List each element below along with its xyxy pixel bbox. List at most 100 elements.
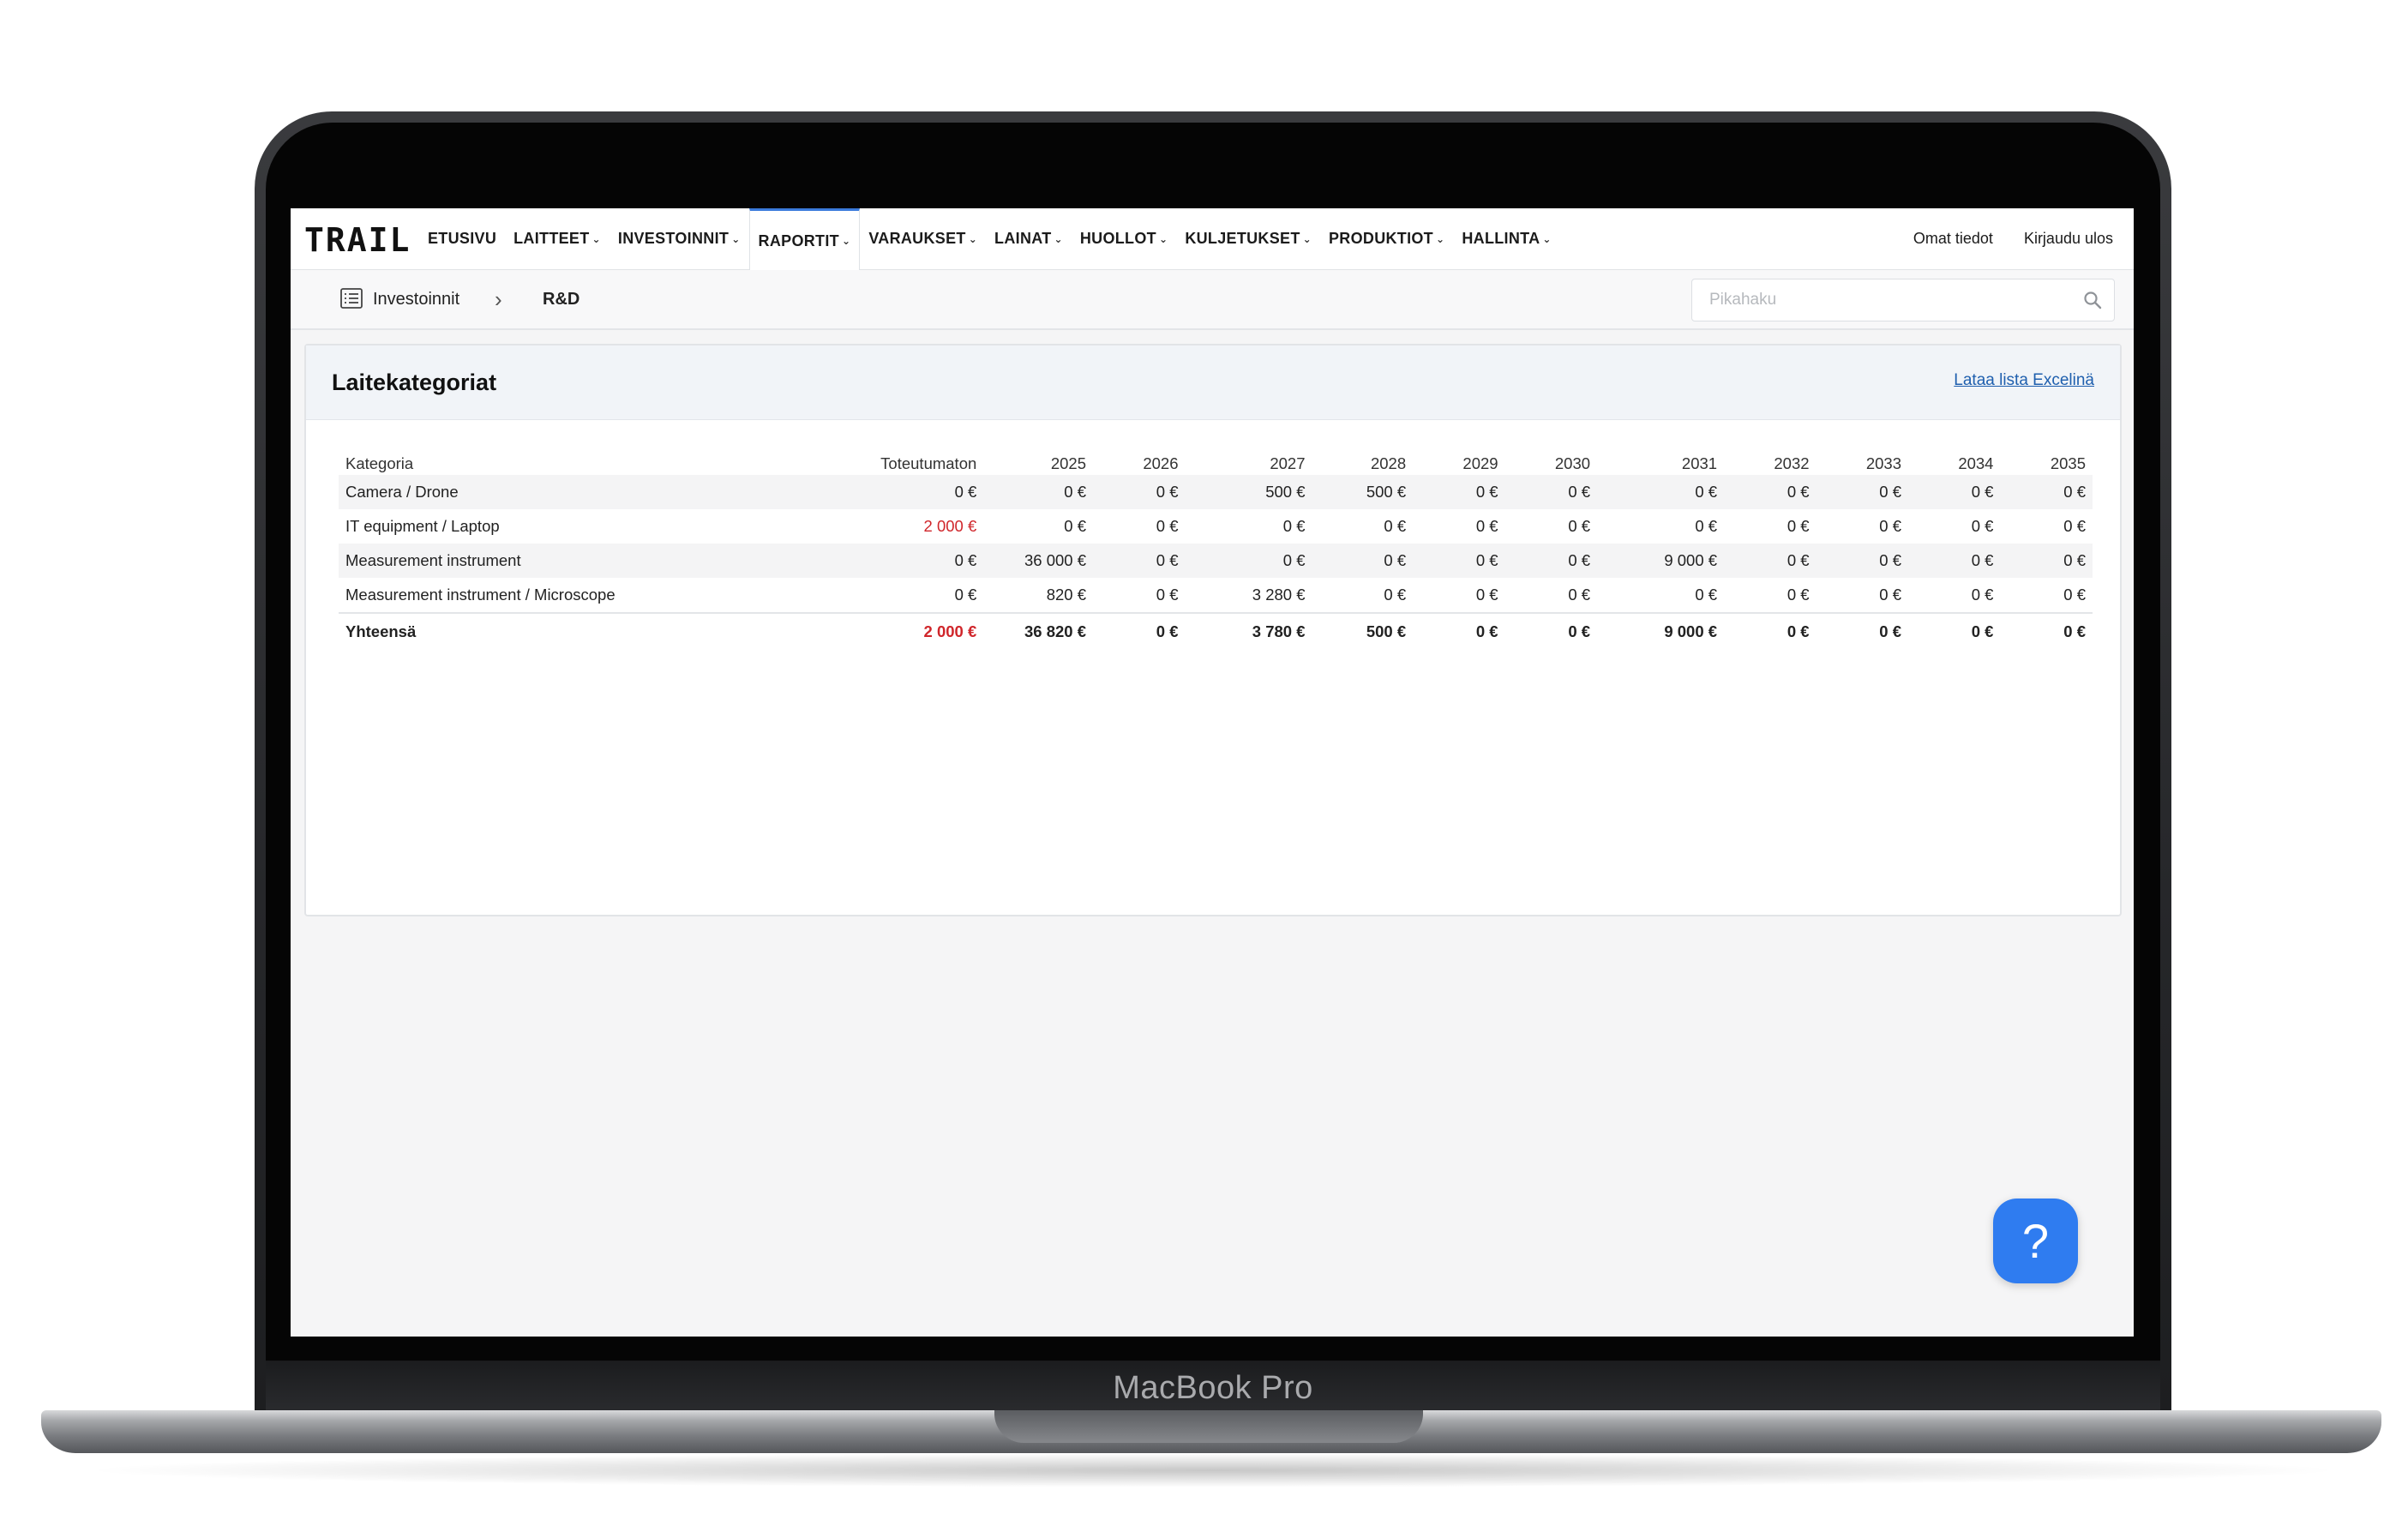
laptop-notch	[994, 1410, 1423, 1443]
amount-cell: 0 €	[1064, 517, 1087, 535]
amount-cell: 0 €	[1971, 517, 1994, 535]
panel-header: Laitekategoriat Lataa lista Excelinä	[306, 345, 2120, 420]
amount-cell: 0 €	[1908, 475, 2001, 509]
amount-cell: 0 €	[1156, 517, 1179, 535]
app-logo[interactable]: TRAIL	[304, 224, 411, 256]
categories-table: Kategoria Toteutumaton 2025 2026 2027 2028 202…	[339, 444, 2093, 650]
nav-item-investoinnit[interactable]: INVESTOINNIT ⌄	[610, 208, 749, 269]
column-header[interactable]: 2033	[1817, 444, 1908, 475]
amount-cell: 0 €	[1185, 544, 1312, 578]
amount-cell: 0 €	[1156, 586, 1179, 604]
column-header[interactable]: 2034	[1908, 444, 2000, 475]
amount-cell: 0 €	[1695, 586, 1718, 604]
amount-cell: 0 €	[1724, 475, 1817, 509]
amount-cell: 0 €	[1816, 475, 1908, 509]
nav-item-etusivu[interactable]: ETUSIVU	[419, 208, 505, 269]
profile-link[interactable]: Omat tiedot	[1913, 230, 1993, 248]
total-cell: 0 €	[1413, 612, 1505, 650]
breadcrumb-chevron-icon: ›	[495, 286, 502, 312]
table-row[interactable]: Measurement instrument / Microscope 0 € 82…	[339, 578, 2093, 613]
category-cell: Measurement instrument	[339, 544, 839, 578]
nav-item-lainat[interactable]: LAINAT ⌄	[986, 208, 1072, 269]
device-brand-label: MacBook Pro	[1113, 1370, 1313, 1406]
logout-link[interactable]: Kirjaudu ulos	[2024, 230, 2113, 248]
nav-item-hallinta[interactable]: HALLINTA ⌄	[1453, 208, 1559, 269]
amount-cell: 0 €	[1384, 586, 1407, 604]
amount-cell: 0 €	[1597, 475, 1725, 509]
amount-cell: 0 €	[1786, 586, 1810, 604]
amount-cell: 0 €	[838, 475, 984, 509]
chevron-down-icon: ⌄	[1542, 232, 1552, 245]
amount-cell: 36 000 €	[983, 544, 1094, 578]
amount-cell: 0 €	[1413, 475, 1505, 509]
amount-cell: 0 €	[1312, 544, 1414, 578]
total-cell: 0 €	[1816, 612, 1908, 650]
laptop-shadow	[77, 1453, 2349, 1487]
table-row[interactable]: IT equipment / Laptop 2 000 € 0 € 0 € 0 € 0 €…	[339, 509, 2093, 544]
amount-cell: 0 €	[954, 586, 977, 604]
amount-cell: 0 €	[1568, 586, 1591, 604]
breadcrumb-investoinnit[interactable]: Investoinnit	[373, 290, 459, 309]
column-header[interactable]: 2027	[1185, 444, 1312, 475]
amount-cell: 0 €	[1908, 544, 2001, 578]
nav-item-label: PRODUKTIOT	[1328, 230, 1433, 247]
amount-cell: 0 €	[1093, 544, 1186, 578]
nav-item-kuljetukset[interactable]: KULJETUKSET ⌄	[1176, 208, 1320, 269]
column-header[interactable]: 2031	[1597, 444, 1724, 475]
category-cell: IT equipment / Laptop	[345, 517, 500, 535]
table-row[interactable]: Camera / Drone 0 €0 €0 €500 €500 €0 €0 €0…	[339, 475, 2093, 509]
excel-download-link[interactable]: Lataa lista Excelinä	[1954, 371, 2094, 390]
amount-cell: 0 €	[1724, 544, 1817, 578]
chevron-down-icon: ⌄	[968, 232, 978, 245]
table-row[interactable]: Measurement instrument 0 €36 000 €0 €0 €0…	[339, 544, 2093, 578]
search-icon[interactable]	[2082, 290, 2103, 310]
column-header[interactable]: 2025	[983, 444, 1093, 475]
nav-item-huollot[interactable]: HUOLLOT ⌄	[1072, 208, 1176, 269]
total-cell: 0 €	[1093, 612, 1186, 650]
chevron-down-icon: ⌄	[591, 232, 601, 245]
search-input[interactable]	[1691, 279, 2115, 321]
total-cell: 3 780 €	[1185, 612, 1312, 650]
help-button[interactable]: ?	[1993, 1199, 2078, 1283]
chevron-down-icon: ⌄	[841, 235, 851, 247]
nav-item-laitteet[interactable]: LAITTEET ⌄	[505, 208, 610, 269]
total-cell: 2 000 €	[838, 612, 984, 650]
column-header[interactable]: 2032	[1724, 444, 1816, 475]
nav-item-varaukset[interactable]: VARAUKSET ⌄	[860, 208, 986, 269]
nav-item-label: ETUSIVU	[428, 230, 497, 247]
amount-cell: 0 €	[2063, 517, 2086, 535]
amount-cell: 0 €	[1475, 517, 1498, 535]
column-header[interactable]: 2035	[2000, 444, 2093, 475]
nav-item-raportit[interactable]: RAPORTIT ⌄	[748, 208, 861, 271]
amount-cell: 0 €	[1384, 517, 1407, 535]
column-header[interactable]: Toteutumaton	[839, 444, 983, 475]
amount-cell: 500 €	[1312, 475, 1414, 509]
amount-cell: 0 €	[1786, 517, 1810, 535]
amount-cell: 0 €	[1282, 517, 1306, 535]
amount-cell: 2 000 €	[923, 517, 977, 535]
nav-item-label: VARAUKSET	[868, 230, 966, 247]
total-label: Yhteensä	[339, 612, 839, 650]
total-cell: 9 000 €	[1597, 612, 1725, 650]
chevron-down-icon: ⌄	[1158, 232, 1168, 245]
column-header[interactable]: 2029	[1413, 444, 1504, 475]
table-total-row: Yhteensä 2 000 €36 820 €0 €3 780 €500 €0 …	[339, 612, 2093, 650]
amount-cell: 0 €	[1879, 586, 1901, 604]
amount-cell: 0 €	[1504, 544, 1598, 578]
column-header[interactable]: 2026	[1093, 444, 1185, 475]
nav-item-label: LAINAT	[994, 230, 1052, 247]
nav-item-label: HALLINTA	[1462, 230, 1540, 247]
amount-cell: 820 €	[1046, 586, 1087, 604]
amount-cell: 0 €	[1504, 475, 1598, 509]
amount-cell: 0 €	[1413, 544, 1505, 578]
list-icon	[340, 288, 363, 309]
column-header[interactable]: 2030	[1505, 444, 1597, 475]
chevron-down-icon: ⌄	[1435, 232, 1445, 245]
column-header[interactable]: 2028	[1312, 444, 1414, 475]
nav-item-produktiot[interactable]: PRODUKTIOT ⌄	[1320, 208, 1453, 269]
amount-cell: 0 €	[2063, 586, 2086, 604]
total-cell: 36 820 €	[983, 612, 1094, 650]
column-header[interactable]: Kategoria	[339, 444, 839, 475]
screen: TRAIL ETUSIVU LAITTEET ⌄ INVESTOINNIT ⌄ RAPOR…	[291, 208, 2134, 1337]
nav-item-label: RAPORTIT	[758, 231, 839, 249]
